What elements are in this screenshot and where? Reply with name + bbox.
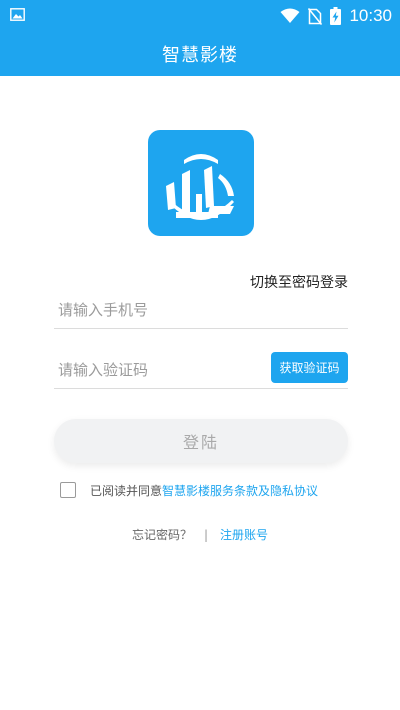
wifi-icon <box>280 8 300 23</box>
city-building-logo-icon <box>148 130 254 236</box>
phone-field <box>54 292 348 329</box>
phone-input[interactable] <box>54 292 262 328</box>
bottom-links: 忘记密码？ | 注册账号 <box>0 526 400 543</box>
agreement-checkbox[interactable] <box>60 482 76 498</box>
status-bar: 10:30 <box>0 0 400 32</box>
register-link[interactable]: 注册账号 <box>220 526 268 543</box>
agreement-text: 已阅读并同意 <box>90 483 163 498</box>
status-icons: 10:30 <box>280 6 392 26</box>
verification-code-input[interactable] <box>54 352 262 388</box>
get-code-button[interactable]: 获取验证码 <box>271 352 348 383</box>
status-time: 10:30 <box>349 6 392 25</box>
agreement-row: 已阅读并同意 智慧影楼服务条款及隐私协议 <box>60 480 318 500</box>
title-bar: 智慧影楼 <box>0 32 400 76</box>
switch-to-password-login-link[interactable]: 切换至密码登录 <box>250 272 348 292</box>
agreement-link[interactable]: 智慧影楼服务条款及隐私协议 <box>162 482 318 499</box>
link-divider: | <box>203 527 209 542</box>
page-title: 智慧影楼 <box>162 45 238 66</box>
image-icon <box>10 8 25 21</box>
no-sim-icon <box>308 7 323 25</box>
forgot-password-link[interactable]: 忘记密码？ <box>132 526 192 543</box>
verification-code-field: 获取验证码 <box>54 352 348 389</box>
battery-charging-icon <box>330 7 342 25</box>
login-button[interactable]: 登陆 <box>54 419 348 463</box>
